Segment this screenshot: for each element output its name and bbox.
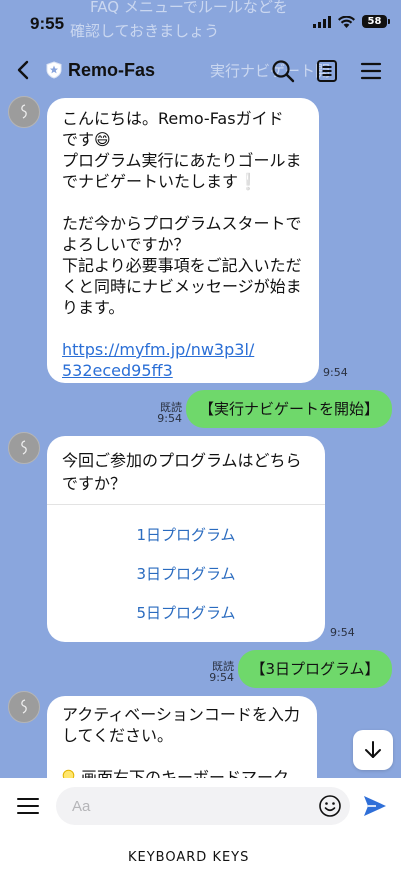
notes-icon[interactable] — [314, 58, 340, 84]
bottom-ghost-text: KEYBOARD KEYS — [128, 850, 250, 863]
ghost-line-2: 確認しておきましょう — [70, 22, 220, 40]
signal-icon — [313, 15, 331, 28]
arrow-down-icon — [365, 741, 381, 758]
message-line: ります。 — [62, 298, 125, 317]
back-icon[interactable] — [12, 58, 36, 82]
reply-bubble-3-day-program: 【3日プログラム】 — [238, 650, 392, 688]
option-1-day-program[interactable]: 1日プログラム — [47, 525, 325, 546]
status-time: 9:55 — [30, 14, 65, 33]
question-line: ですか？ — [62, 474, 127, 493]
hamburger-icon[interactable] — [17, 796, 39, 816]
message-bubble-guide-intro: こんにちは。Remo-Fasガイド です😄 プログラム実行にあたりゴールま でナ… — [47, 98, 319, 383]
avatar[interactable] — [8, 691, 40, 723]
message-input-bar: KEYBOARD KEYS — [0, 778, 401, 869]
reply-bubble-start-navigation: 【実行ナビゲートを開始】 — [186, 390, 392, 428]
message-line: アクティベーションコードを入力 — [62, 705, 300, 724]
message-line: してください。 — [62, 726, 174, 745]
message-line: くと同時にナビメッセージが始ま — [62, 277, 302, 296]
avatar-logo-icon — [21, 699, 27, 714]
message-line: です😄 — [62, 130, 111, 149]
chat-title: Remo-Fas — [68, 60, 156, 80]
wifi-icon — [338, 15, 355, 28]
scroll-to-bottom-button[interactable] — [353, 730, 393, 770]
message-line: こんにちは。Remo-Fasガイド — [62, 109, 284, 128]
send-icon[interactable] — [362, 793, 388, 819]
message-line: プログラム実行にあたりゴールま — [62, 151, 302, 170]
avatar[interactable] — [8, 96, 40, 128]
search-icon[interactable] — [270, 58, 296, 84]
message-line: よろしいですか？ — [62, 235, 190, 254]
ghost-line-1: FAQ メニューでルールなどを — [90, 0, 288, 16]
status-bar: FAQ メニューでルールなどを 確認しておきましょう 9:55 58 — [0, 0, 401, 40]
emoji-icon[interactable] — [318, 794, 342, 818]
message-line: ただ今からプログラムスタートで — [62, 214, 302, 233]
divider — [47, 504, 325, 505]
message-time: 9:54 — [209, 671, 234, 684]
message-line — [62, 192, 304, 213]
message-input[interactable] — [56, 787, 350, 825]
status-icons: 58 — [313, 15, 390, 28]
chat-header: Remo-Fas 実行ナビゲート開 — [0, 40, 401, 102]
option-3-day-program[interactable]: 3日プログラム — [47, 564, 325, 585]
message-line: 下記より必要事項をご記入いただ — [62, 256, 302, 275]
question-line: 今回ご参加のプログラムはどちら — [62, 451, 302, 470]
message-bubble-activation-code: アクティベーションコードを入力 してください。 画面右下のキーボードマーク — [47, 696, 317, 786]
message-bubble-program-question: 今回ご参加のプログラムはどちら ですか？ 1日プログラム 3日プログラム 5日プ… — [47, 436, 325, 642]
form-link[interactable]: https://myfm.jp/nw3p3l/ — [62, 339, 304, 360]
shield-icon — [46, 61, 62, 79]
message-time: 9:54 — [330, 626, 355, 639]
avatar-logo-icon — [21, 440, 27, 455]
avatar-logo-icon — [21, 104, 27, 119]
battery-icon: 58 — [362, 15, 390, 28]
form-link-continued[interactable]: 532eced95ff3 — [62, 360, 304, 381]
menu-icon[interactable] — [358, 58, 384, 84]
message-line: でナビゲートいたします❕ — [62, 172, 258, 191]
message-time: 9:54 — [157, 412, 182, 425]
message-time: 9:54 — [323, 366, 348, 379]
avatar[interactable] — [8, 432, 40, 464]
option-5-day-program[interactable]: 5日プログラム — [47, 603, 325, 624]
